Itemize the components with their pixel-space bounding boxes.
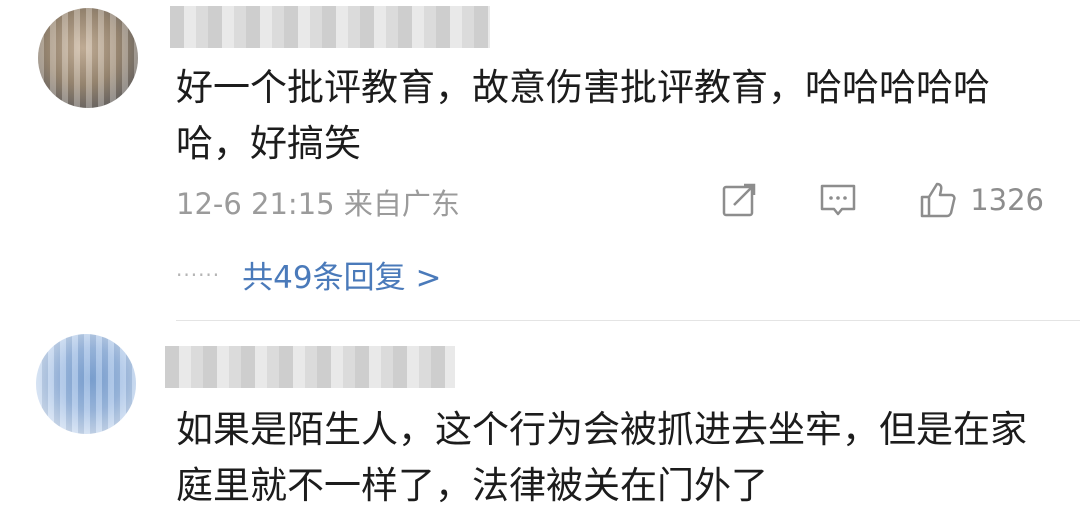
like-icon bbox=[920, 182, 956, 218]
comment-icon bbox=[820, 184, 856, 216]
username-redacted[interactable] bbox=[165, 346, 455, 388]
comment-actions: 1326 bbox=[660, 180, 1044, 220]
reply-dots: ······ bbox=[176, 262, 221, 287]
comment-button[interactable] bbox=[818, 181, 858, 219]
comment-text: 好一个批评教育，故意伤害批评教育，哈哈哈哈哈哈，好搞笑 bbox=[176, 66, 990, 165]
view-replies-link[interactable]: ······ 共49条回复 > bbox=[176, 252, 441, 297]
avatar[interactable] bbox=[36, 334, 136, 434]
avatar[interactable] bbox=[38, 8, 138, 108]
share-icon bbox=[722, 183, 756, 217]
username-redacted[interactable] bbox=[170, 6, 490, 48]
reply-count: 共49条回复 > bbox=[242, 260, 442, 296]
comment-text: 如果是陌生人，这个行为会被抓进去坐牢，但是在家庭里就不一样了，法律被关在门外了 bbox=[176, 408, 1027, 507]
comment-1: 好一个批评教育，故意伤害批评教育，哈哈哈哈哈哈，好搞笑 12-6 21:15 来… bbox=[0, 0, 1080, 321]
like-count: 1326 bbox=[970, 183, 1044, 217]
divider bbox=[176, 320, 1080, 321]
comment-location: 来自广东 bbox=[343, 187, 460, 221]
comment-2: 如果是陌生人，这个行为会被抓进去坐牢，但是在家庭里就不一样了，法律被关在门外了 bbox=[0, 322, 1080, 514]
like-button[interactable]: 1326 bbox=[918, 180, 1044, 220]
comment-meta: 12-6 21:15 来自广东 bbox=[176, 181, 460, 223]
share-button[interactable] bbox=[720, 181, 758, 219]
comment-date: 12-6 21:15 bbox=[176, 187, 335, 221]
